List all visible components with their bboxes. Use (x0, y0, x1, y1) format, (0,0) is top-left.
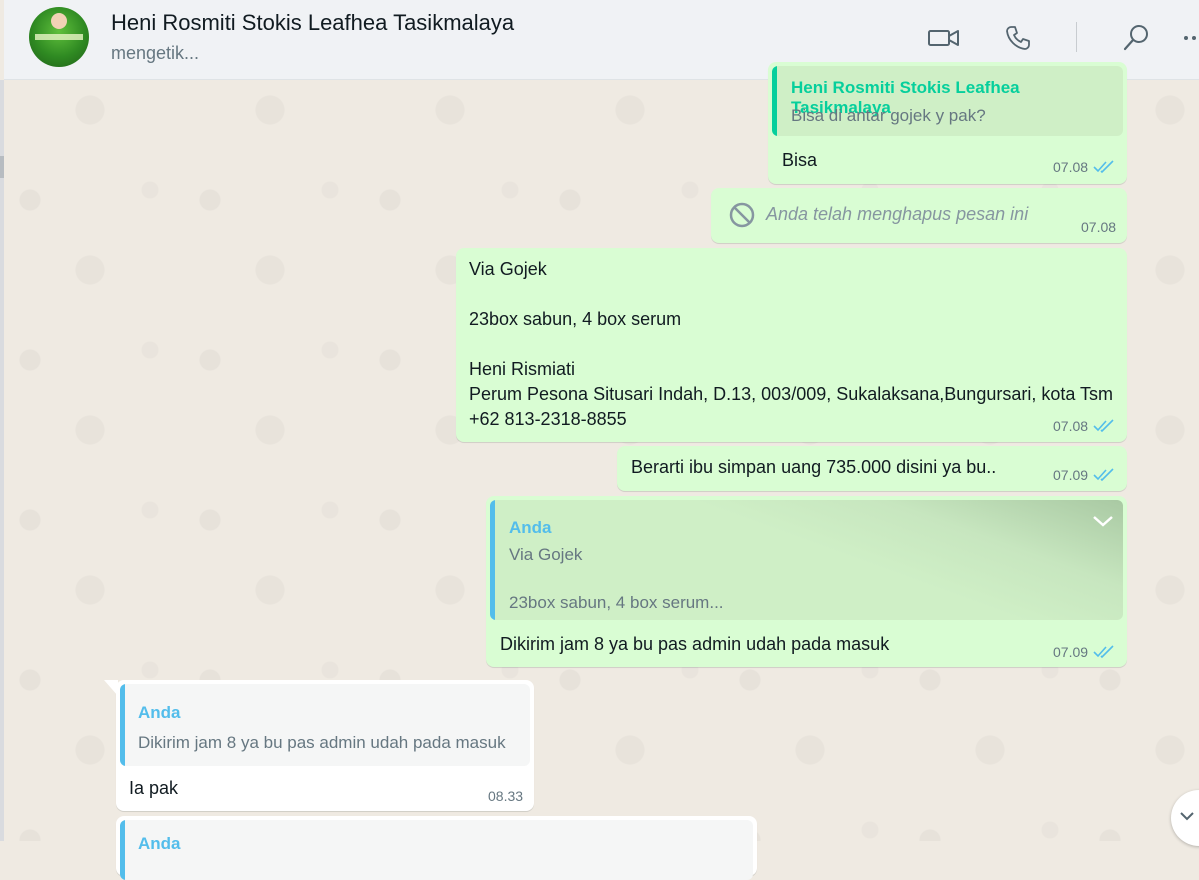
read-ticks-icon (1093, 468, 1114, 482)
message-bubble[interactable]: Via Gojek 23box sabun, 4 box serum Heni … (456, 248, 1127, 442)
message-text: Via Gojek 23box sabun, 4 box serum Heni … (469, 259, 1114, 429)
search-icon[interactable] (1118, 20, 1154, 56)
panel-resize-handle[interactable] (0, 156, 4, 178)
message-time: 07.08 (1053, 418, 1089, 434)
quote-bar (120, 820, 125, 880)
chevron-down-icon[interactable] (1092, 514, 1114, 528)
read-ticks-icon (1093, 160, 1114, 174)
quoted-message[interactable]: Heni Rosmiti Stokis Leafhea Tasikmalaya … (772, 66, 1123, 136)
video-call-icon[interactable] (926, 20, 962, 56)
message-time: 07.08 (1053, 159, 1089, 175)
quote-author: Anda (138, 703, 181, 722)
contact-name[interactable]: Heni Rosmiti Stokis Leafhea Tasikmalaya (111, 10, 514, 36)
quote-author: Anda (509, 518, 552, 537)
message-bubble[interactable]: Heni Rosmiti Stokis Leafhea Tasikmalaya … (768, 62, 1127, 184)
header-divider (1076, 22, 1077, 52)
quote-bar (120, 684, 125, 766)
left-panel-edge (0, 80, 4, 841)
quote-bar (772, 66, 777, 136)
quote-text: Via Gojek 23box sabun, 4 box serum... (509, 545, 724, 612)
avatar-banner (35, 34, 83, 40)
read-ticks-icon (1093, 419, 1114, 433)
quoted-message[interactable]: Anda (120, 820, 753, 880)
avatar-face (51, 13, 67, 29)
bubble-tail (104, 680, 118, 696)
message-text: Bisa (782, 150, 818, 170)
quote-text: Dikirim jam 8 ya bu pas admin udah pada … (138, 733, 506, 752)
message-text: Dikirim jam 8 ya bu pas admin udah pada … (500, 634, 890, 654)
quoted-message[interactable]: Anda Dikirim jam 8 ya bu pas admin udah … (120, 684, 530, 766)
quote-bar (490, 500, 495, 620)
deleted-message-bubble[interactable]: Anda telah menghapus pesan ini 07.08 (711, 188, 1127, 243)
message-time: 07.09 (1053, 644, 1089, 660)
message-bubble[interactable]: Berarti ibu simpan uang 735.000 disini y… (617, 446, 1127, 491)
message-bubble[interactable]: Anda (116, 816, 757, 880)
voice-call-icon[interactable] (1000, 20, 1036, 56)
message-text: Ia pak (129, 778, 179, 798)
read-ticks-icon (1093, 645, 1114, 659)
typing-status: mengetik... (111, 43, 200, 63)
quote-text: Bisa di antar gojek y pak? (791, 106, 986, 125)
deleted-icon (729, 202, 755, 228)
menu-icon[interactable] (1176, 20, 1199, 56)
message-time: 07.09 (1053, 467, 1089, 483)
message-text: Berarti ibu simpan uang 735.000 disini y… (631, 457, 997, 477)
deleted-text: Anda telah menghapus pesan ini (766, 204, 1029, 224)
message-time: 08.33 (488, 788, 524, 804)
message-time: 07.08 (1081, 219, 1117, 235)
chevron-down-icon (1180, 812, 1194, 821)
quote-author: Anda (138, 834, 181, 853)
quoted-message[interactable]: Anda Via Gojek 23box sabun, 4 box serum.… (490, 500, 1123, 620)
message-bubble[interactable]: Anda Dikirim jam 8 ya bu pas admin udah … (104, 680, 534, 811)
message-bubble[interactable]: Anda Via Gojek 23box sabun, 4 box serum.… (486, 496, 1127, 667)
contact-avatar[interactable] (29, 7, 89, 67)
